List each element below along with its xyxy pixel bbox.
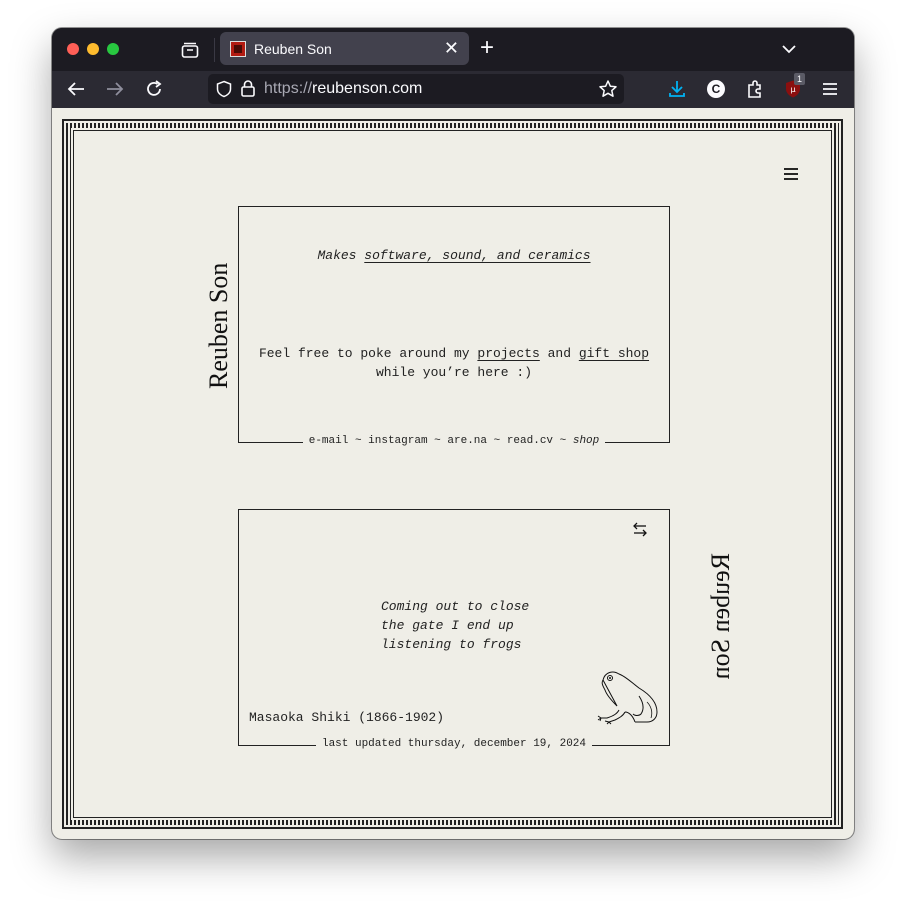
haiku-line: the gate I end up	[381, 618, 514, 633]
intro-card: Makes software, sound, and ceramics Feel…	[238, 206, 670, 447]
intro-text-1: Feel free to poke around my	[258, 346, 478, 361]
site-name-vertical: Reuben Son	[204, 262, 233, 389]
site-menu-icon[interactable]	[783, 167, 799, 181]
link-separator: ~	[348, 435, 369, 447]
readcv-link[interactable]: read.cv	[507, 435, 553, 447]
flip-arrows-icon[interactable]	[631, 522, 649, 538]
email-link[interactable]: e-mail	[309, 435, 349, 447]
lock-icon[interactable]	[240, 79, 256, 98]
frog-illustration	[597, 671, 658, 725]
svg-text:μ: μ	[790, 85, 795, 94]
shop-link[interactable]: shop	[573, 435, 599, 447]
arena-link[interactable]: are.na	[447, 435, 487, 447]
last-updated-text: last updated thursday, december 19, 2024	[315, 738, 593, 750]
forward-arrow-icon[interactable]	[105, 79, 125, 99]
haiku-line: Coming out to close	[381, 599, 530, 614]
poem-card: Coming out to close the gate I end up li…	[238, 509, 670, 750]
close-window-button[interactable]	[67, 43, 79, 55]
shield-icon[interactable]	[215, 80, 233, 98]
tab-strip: Reuben Son ✕ +	[52, 28, 854, 71]
intro-text: Feel free to poke around my projects and…	[239, 344, 669, 382]
haiku: Coming out to close the gate I end up li…	[381, 597, 529, 654]
navigation-toolbar: https://reubenson.com C μ 1	[52, 71, 854, 108]
projects-link[interactable]: projects	[477, 346, 539, 361]
tab-reuben-son[interactable]: Reuben Son ✕	[220, 32, 469, 65]
gift-shop-link[interactable]: gift shop	[579, 346, 649, 361]
bookmark-star-icon[interactable]	[598, 79, 618, 99]
tagline: Makes software, sound, and ceramics	[239, 248, 669, 263]
url-host: reubenson.com	[312, 80, 423, 97]
ublock-extension[interactable]: μ 1	[783, 73, 806, 99]
tagline-link[interactable]: software, sound, and ceramics	[364, 248, 590, 263]
link-separator: ~	[487, 435, 507, 447]
last-updated: last updated thursday, december 19, 2024	[239, 738, 669, 750]
reload-icon[interactable]	[144, 79, 164, 99]
page-content: Reuben Son Makes software, sound, and ce…	[52, 108, 854, 839]
haiku-author: Masaoka Shiki (1866-1902)	[249, 710, 445, 725]
site-name-mirrored: Reuben Son	[706, 553, 735, 680]
new-tab-icon[interactable]: +	[480, 34, 494, 62]
zoom-window-button[interactable]	[107, 43, 119, 55]
haiku-line: listening to frogs	[381, 637, 522, 652]
tab-manager-icon[interactable]	[180, 40, 200, 60]
extensions-puzzle-icon[interactable]	[745, 79, 765, 99]
site-favicon-icon	[230, 41, 246, 57]
browser-window: Reuben Son ✕ + https://reubenson.com C μ…	[52, 28, 854, 839]
tab-separator	[214, 38, 215, 62]
download-icon[interactable]	[667, 79, 687, 99]
minimize-window-button[interactable]	[87, 43, 99, 55]
social-links: e-mail ~ instagram ~ are.na ~ read.cv ~ …	[239, 435, 669, 447]
back-arrow-icon[interactable]	[66, 79, 86, 99]
link-separator: ~	[553, 435, 573, 447]
chevron-down-icon[interactable]	[780, 40, 798, 58]
menu-icon[interactable]	[820, 79, 840, 99]
tagline-prefix: Makes	[317, 248, 365, 263]
close-tab-icon[interactable]: ✕	[444, 38, 459, 58]
extension-badge: 1	[794, 73, 806, 85]
intro-and: and	[539, 346, 579, 361]
url-bar[interactable]: https://reubenson.com	[208, 74, 624, 104]
tab-title: Reuben Son	[254, 41, 332, 57]
account-avatar[interactable]: C	[707, 80, 725, 98]
instagram-link[interactable]: instagram	[368, 435, 427, 447]
url-scheme: https://	[264, 80, 313, 97]
intro-text-2: while you’re here :)	[375, 365, 533, 380]
url-text[interactable]: https://reubenson.com	[264, 80, 422, 98]
link-separator: ~	[427, 435, 448, 447]
